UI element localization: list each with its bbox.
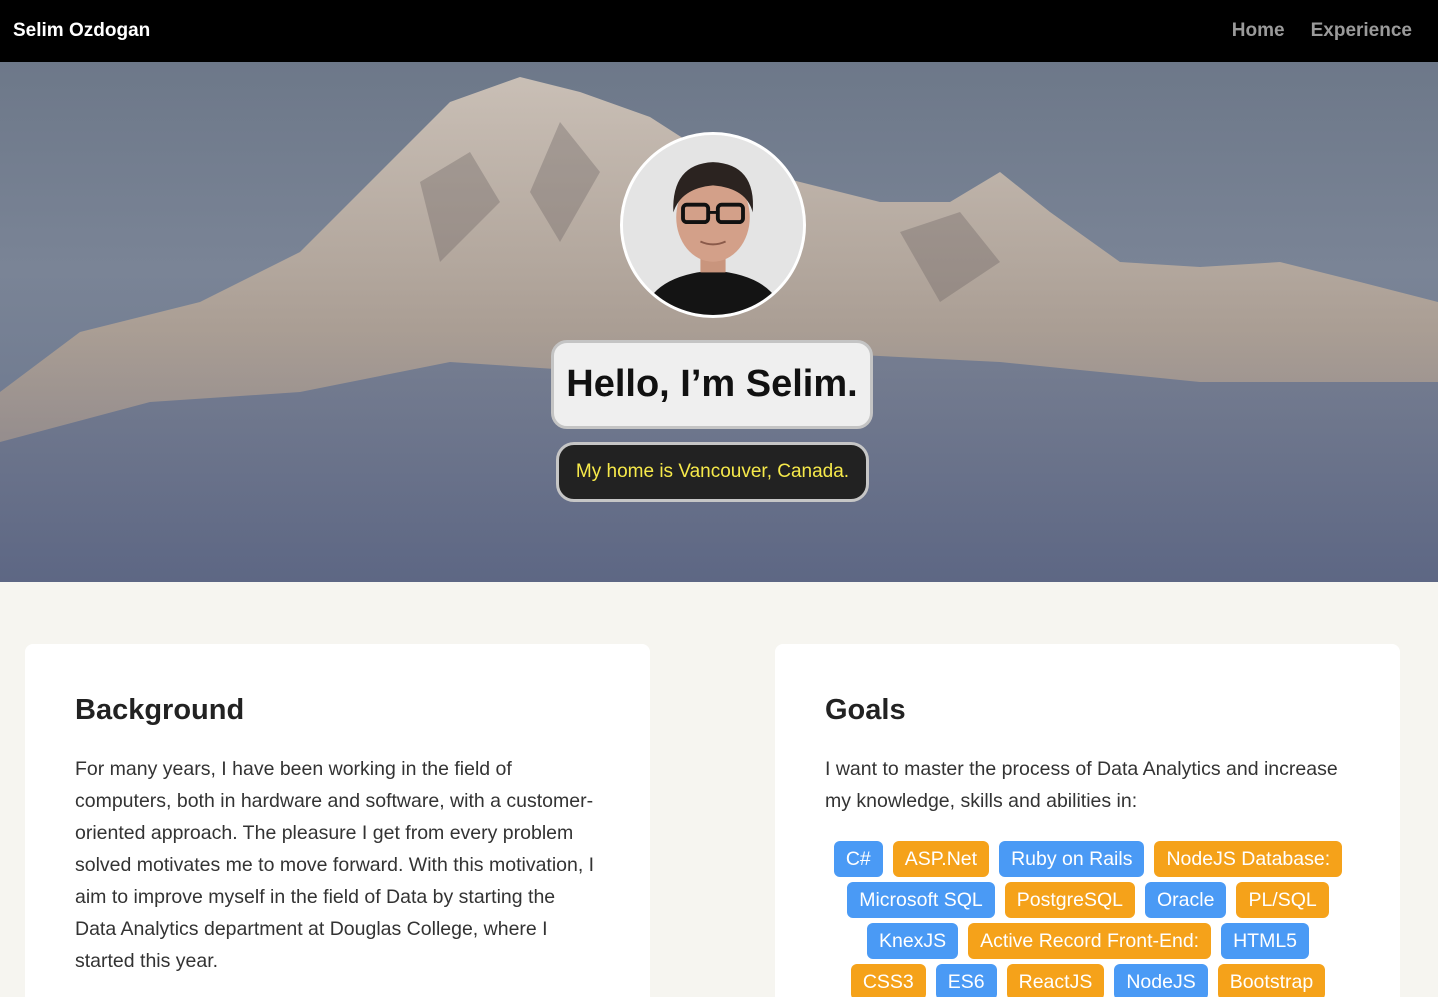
top-navbar: Selim Ozdogan Home Experience <box>0 0 1438 62</box>
skill-tag: PL/SQL <box>1236 882 1329 918</box>
greeting-heading: Hello, I’m Selim. <box>566 363 858 405</box>
profile-photo <box>620 132 806 318</box>
hero-section: Hello, I’m Selim. My home is Vancouver, … <box>0 62 1438 582</box>
skill-tag: Ruby on Rails <box>999 841 1145 877</box>
skill-tag: Microsoft SQL <box>847 882 995 918</box>
background-title: Background <box>75 694 245 726</box>
skill-tags: C# ASP.Net Ruby on Rails NodeJS Database… <box>825 841 1351 997</box>
skill-tag: Active Record Front-End: <box>968 923 1212 959</box>
goals-card: Goals I want to master the process of Da… <box>775 644 1400 997</box>
nav-link-home[interactable]: Home <box>1232 20 1285 42</box>
skill-tag: Bootstrap <box>1217 964 1326 997</box>
background-text: For many years, I have been working in t… <box>75 758 595 972</box>
skill-tag: NodeJS <box>1114 964 1208 997</box>
greeting-box: Hello, I’m Selim. <box>551 340 873 429</box>
nav-links: Home Experience <box>1232 20 1425 42</box>
goals-title: Goals <box>825 694 906 726</box>
skill-tag: CSS3 <box>850 964 926 997</box>
skill-tag: ASP.Net <box>892 841 990 877</box>
skill-tag: HTML5 <box>1221 923 1310 959</box>
background-card: Background For many years, I have been w… <box>25 644 650 997</box>
nav-link-experience[interactable]: Experience <box>1311 20 1412 42</box>
skill-tag: ES6 <box>935 964 997 997</box>
location-box: My home is Vancouver, Canada. <box>556 442 869 502</box>
skill-tag: Oracle <box>1145 882 1227 918</box>
location-text: My home is Vancouver, Canada. <box>575 461 850 482</box>
goals-text: I want to master the process of Data Ana… <box>825 758 1338 812</box>
skill-tag: ReactJS <box>1006 964 1105 997</box>
person-photo-icon <box>623 135 803 315</box>
skill-tag: KnexJS <box>866 923 959 959</box>
skill-tag: PostgreSQL <box>1004 882 1136 918</box>
site-brand[interactable]: Selim Ozdogan <box>13 20 150 42</box>
skill-tag: NodeJS Database: <box>1154 841 1343 877</box>
skill-tag: C# <box>833 841 883 877</box>
